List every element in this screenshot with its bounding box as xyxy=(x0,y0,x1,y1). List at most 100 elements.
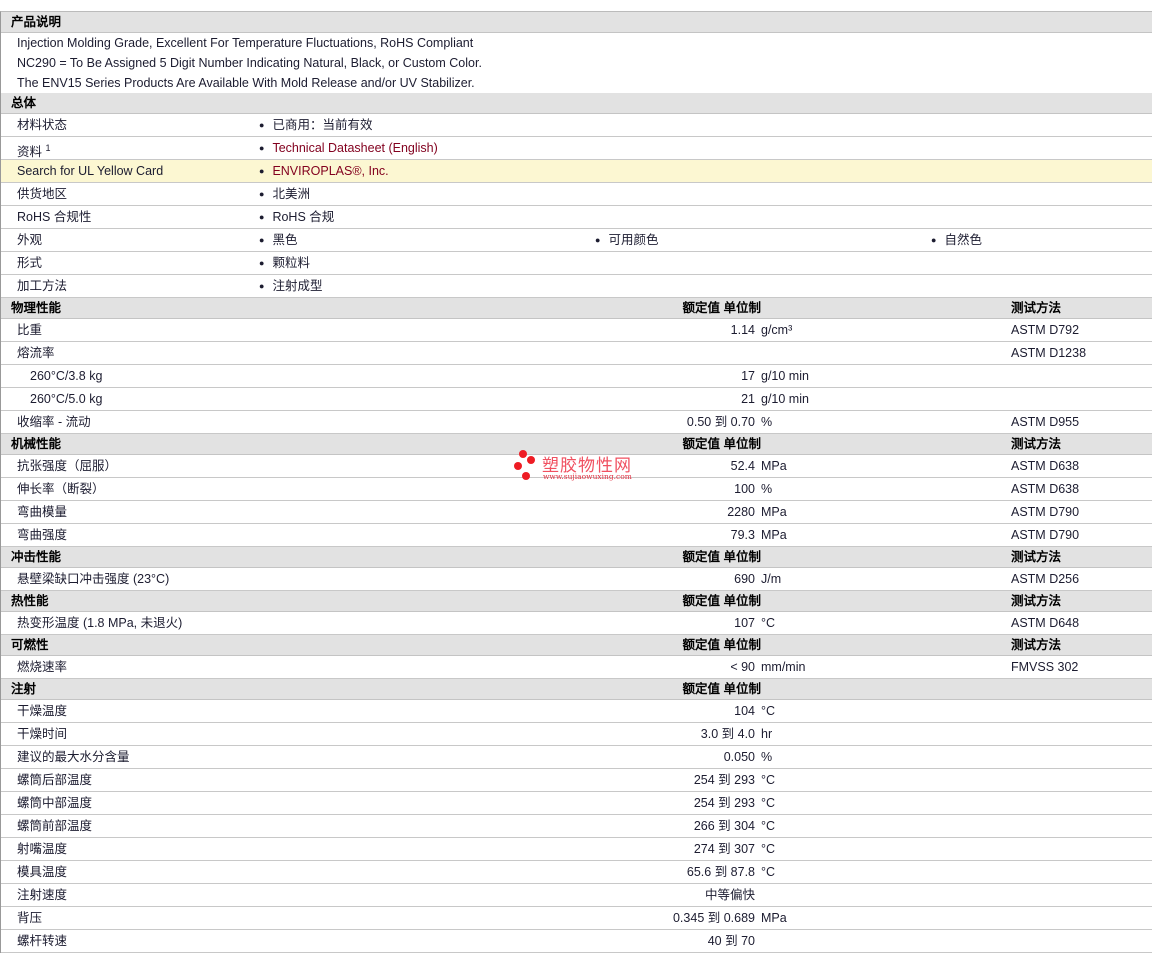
table-row: 燃烧速率 < 90 mm/min FMVSS 302 xyxy=(1,656,1152,679)
table-row: 比重 1.14 g/cm³ ASTM D792 xyxy=(1,319,1152,342)
item-text: 已商用：当前有效 xyxy=(272,118,373,132)
row-label-text: 热变形温度 (1.8 MPa, 未退火) xyxy=(17,616,183,630)
table-row: 螺杆转速 40 到 70 xyxy=(1,930,1152,953)
row-label: 外观 xyxy=(17,229,42,251)
row-label-text: 悬壁梁缺口冲击强度 (23°C) xyxy=(17,572,170,586)
property-value: 0.50 到 0.70 xyxy=(686,415,755,429)
table-row: RoHS 合规性 RoHS 合规 xyxy=(1,206,1152,229)
bullet-item: 可用颜色 xyxy=(595,229,658,252)
row-label: 加工方法 xyxy=(17,275,67,297)
property-unit: MPa xyxy=(761,528,787,542)
row-label-text: 材料状态 xyxy=(17,118,68,132)
property-unit: °C xyxy=(761,704,776,718)
property-unit: MPa xyxy=(761,505,787,519)
property-value: 65.6 到 87.8 xyxy=(686,865,755,879)
item-link[interactable]: Technical Datasheet (English) xyxy=(272,141,437,155)
table-row: 弯曲模量 2280 MPa ASTM D790 xyxy=(1,501,1152,524)
test-method: ASTM D648 xyxy=(1011,616,1080,630)
table-row: 形式 颗粒料 xyxy=(1,252,1152,275)
table-row: 熔流率 ASTM D1238 xyxy=(1,342,1152,365)
description-line: NC290 = To Be Assigned 5 Digit Number In… xyxy=(17,56,482,70)
row-label: 注射速度 xyxy=(17,884,67,906)
row-label: 螺筒后部温度 xyxy=(17,769,92,791)
row-label-text: 抗张强度（屈服） xyxy=(17,459,118,473)
row-label-text: 射嘴温度 xyxy=(17,842,68,856)
table-row: 材料状态 已商用：当前有效 xyxy=(1,114,1152,137)
table-row: 加工方法 注射成型 xyxy=(1,275,1152,298)
item-link[interactable]: ENVIROPLAS®, Inc. xyxy=(272,164,388,178)
watermark-logo: 塑胶物性网 www.sujiaowuxing.com xyxy=(512,449,652,485)
bullet-item: 注射成型 xyxy=(259,275,322,298)
section-title: 冲击性能 xyxy=(11,550,62,564)
table-row: 射嘴温度 274 到 307 °C xyxy=(1,838,1152,861)
row-label: 抗张强度（屈服） xyxy=(17,455,117,477)
column-header-value-unit: 额定值 单位制 xyxy=(682,638,761,652)
bullet-item: ENVIROPLAS®, Inc. xyxy=(259,160,388,183)
property-value: 100 xyxy=(734,482,755,496)
property-unit: g/10 min xyxy=(761,369,809,383)
test-method: ASTM D955 xyxy=(1011,415,1080,429)
section-header: 可燃性 额定值 单位制 测试方法 xyxy=(1,635,1152,656)
item-text: RoHS 合规 xyxy=(272,210,335,224)
test-method: FMVSS 302 xyxy=(1011,660,1079,674)
property-value: 40 到 70 xyxy=(707,934,755,948)
row-label: 收缩率 - 流动 xyxy=(17,411,91,433)
item-text: 注射成型 xyxy=(272,279,323,293)
row-label-text: 比重 xyxy=(17,323,43,337)
property-value: 254 到 293 xyxy=(693,796,755,810)
table-row: 干燥温度 104 °C xyxy=(1,700,1152,723)
bullet-item: RoHS 合规 xyxy=(259,206,334,229)
bullet-item: 已商用：当前有效 xyxy=(259,114,372,137)
bullet-item: 黑色 xyxy=(259,229,297,252)
row-label-text: 供货地区 xyxy=(17,187,68,201)
property-unit: % xyxy=(761,750,773,764)
table-row: 干燥时间 3.0 到 4.0 hr xyxy=(1,723,1152,746)
section-title: 产品说明 xyxy=(11,15,62,29)
row-label-text: 260°C/3.8 kg xyxy=(30,369,103,383)
property-value: 17 xyxy=(741,369,755,383)
row-label-text: 熔流率 xyxy=(17,346,55,360)
property-value: 2280 xyxy=(727,505,755,519)
row-label-text: 螺筒中部温度 xyxy=(17,796,93,810)
property-value: 104 xyxy=(734,704,755,718)
description-line: Injection Molding Grade, Excellent For T… xyxy=(17,36,474,50)
row-label: 悬壁梁缺口冲击强度 (23°C) xyxy=(17,568,169,590)
table-row: 热变形温度 (1.8 MPa, 未退火) 107 °C ASTM D648 xyxy=(1,612,1152,635)
section-title: 可燃性 xyxy=(11,638,49,652)
row-label-text: 260°C/5.0 kg xyxy=(30,392,103,406)
row-label: 弯曲强度 xyxy=(17,524,67,546)
section-header: 物理性能 额定值 单位制 测试方法 xyxy=(1,298,1152,319)
row-label: 260°C/5.0 kg xyxy=(30,388,102,410)
section-title: 物理性能 xyxy=(11,301,62,315)
row-label: 弯曲模量 xyxy=(17,501,67,523)
column-header-value-unit: 额定值 单位制 xyxy=(682,594,761,608)
row-label-text: 外观 xyxy=(17,233,43,247)
property-unit: hr xyxy=(761,727,773,741)
row-label: 螺筒中部温度 xyxy=(17,792,92,814)
footnote-marker: 1 xyxy=(45,143,51,153)
table-row: 模具温度 65.6 到 87.8 °C xyxy=(1,861,1152,884)
table-row: 注射速度 中等偏快 xyxy=(1,884,1152,907)
property-unit: g/10 min xyxy=(761,392,809,406)
section-title: 总体 xyxy=(11,96,37,110)
section-header: 冲击性能 额定值 单位制 测试方法 xyxy=(1,547,1152,568)
column-header-value-unit: 额定值 单位制 xyxy=(682,437,761,451)
row-label: 背压 xyxy=(17,907,42,929)
section-header: 热性能 额定值 单位制 测试方法 xyxy=(1,591,1152,612)
property-unit: °C xyxy=(761,865,776,879)
row-label-text: 弯曲强度 xyxy=(17,528,68,542)
property-unit: °C xyxy=(761,796,776,810)
property-unit: °C xyxy=(761,773,776,787)
row-label: 260°C/3.8 kg xyxy=(30,365,102,387)
row-label: 螺杆转速 xyxy=(17,930,67,952)
property-unit: °C xyxy=(761,819,776,833)
bullet-item: 颗粒料 xyxy=(259,252,310,275)
bullet-item: Technical Datasheet (English) xyxy=(259,137,437,160)
test-method: ASTM D790 xyxy=(1011,528,1080,542)
row-label: 射嘴温度 xyxy=(17,838,67,860)
row-label: 伸长率（断裂） xyxy=(17,478,105,500)
row-label: 模具温度 xyxy=(17,861,67,883)
property-unit: °C xyxy=(761,616,776,630)
column-header-test-method: 测试方法 xyxy=(1011,301,1062,315)
item-text: 颗粒料 xyxy=(272,256,310,270)
